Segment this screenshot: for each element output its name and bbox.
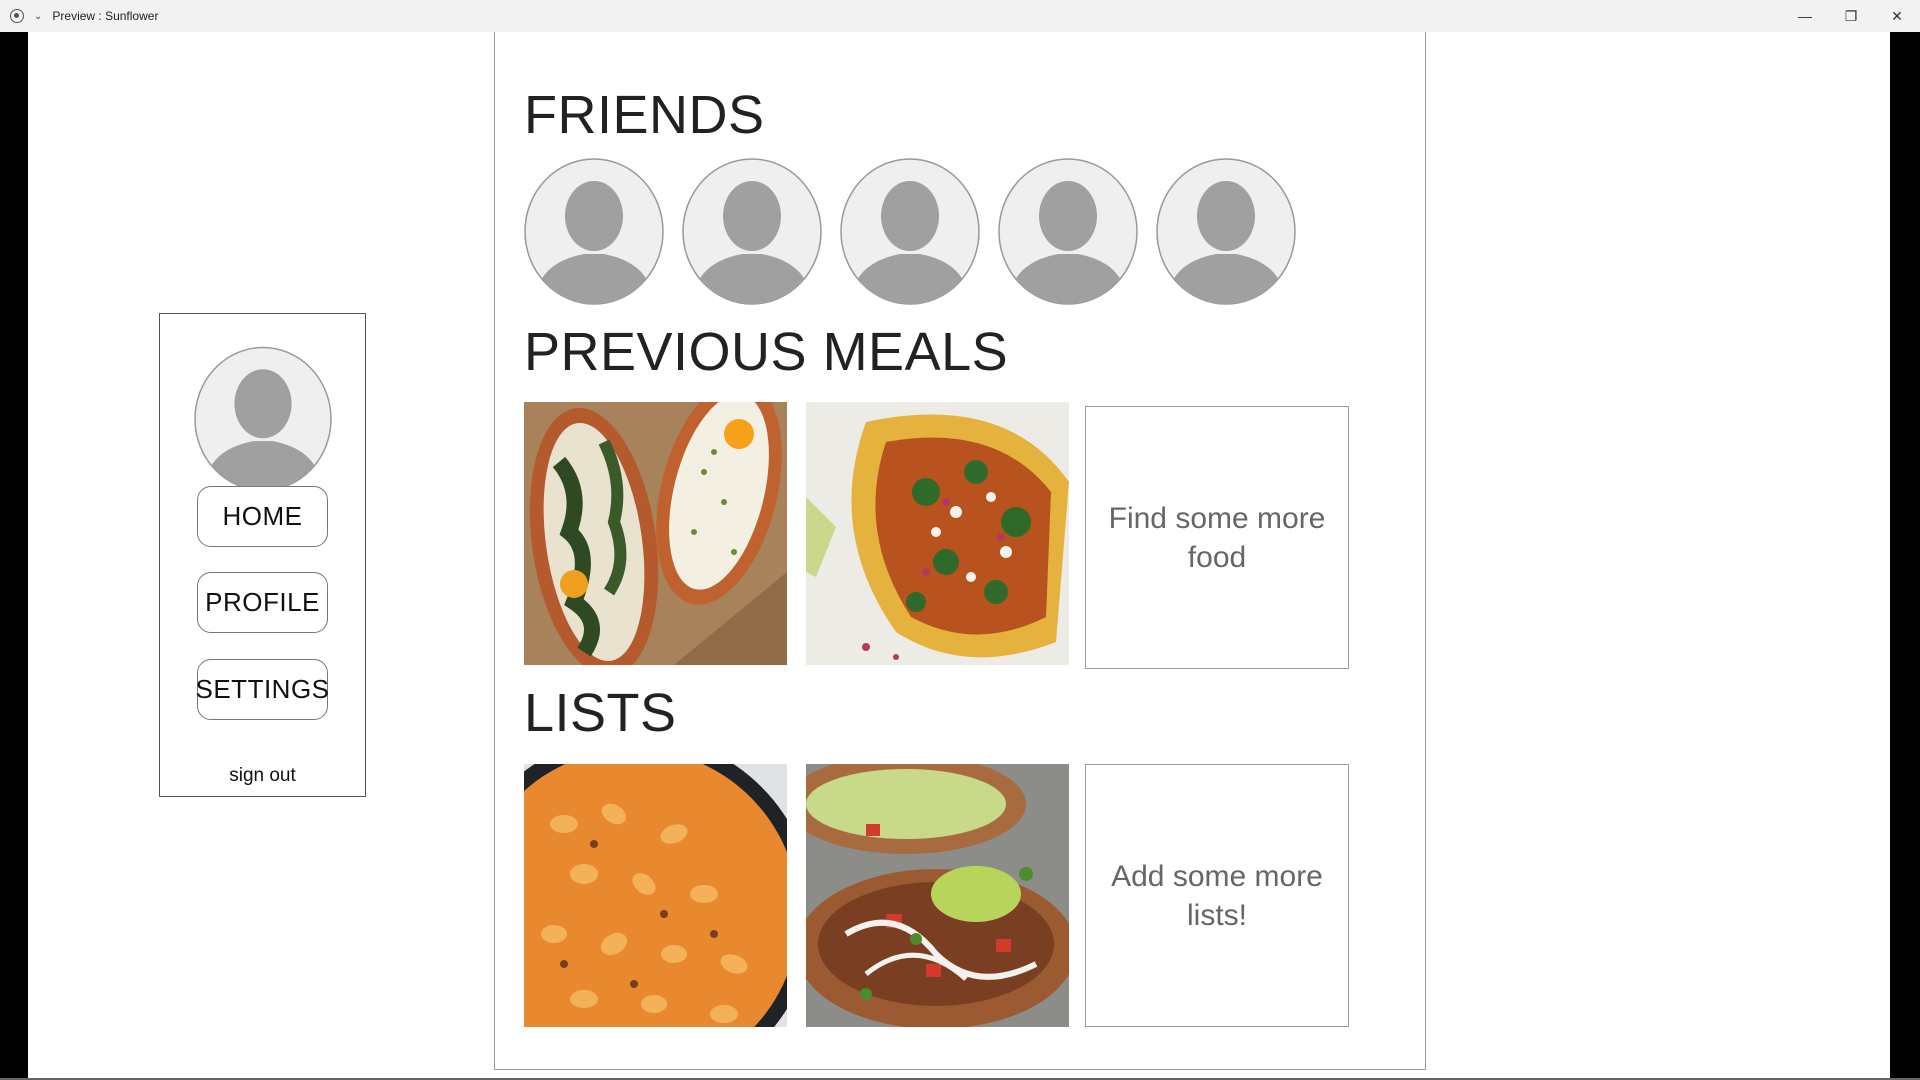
- chevron-down-icon[interactable]: ⌄: [34, 11, 42, 22]
- user-avatar-icon: [524, 158, 664, 305]
- home-button[interactable]: HOME: [197, 486, 328, 547]
- meal-image[interactable]: [806, 402, 1069, 665]
- app-canvas: HOME PROFILE SETTINGS sign out FRIENDS P…: [28, 32, 1890, 1078]
- user-avatar-icon: [840, 158, 980, 305]
- user-avatar-icon: [194, 346, 332, 492]
- egg-boats-photo: [524, 402, 787, 665]
- friend-avatar[interactable]: [998, 158, 1138, 305]
- stuffed-sweet-potato-photo: [806, 764, 1069, 1027]
- list-image[interactable]: [806, 764, 1069, 1027]
- profile-button[interactable]: PROFILE: [197, 572, 328, 633]
- pasta-skillet-photo: [524, 764, 787, 1027]
- app-icon: [10, 9, 24, 23]
- user-avatar-icon: [998, 158, 1138, 305]
- friend-avatar[interactable]: [1156, 158, 1296, 305]
- user-avatar[interactable]: [194, 346, 332, 492]
- list-image[interactable]: [524, 764, 787, 1027]
- window-controls: — ❐ ✕: [1782, 0, 1920, 32]
- user-avatar-icon: [1156, 158, 1296, 305]
- minimize-button[interactable]: —: [1782, 0, 1828, 32]
- friend-avatar[interactable]: [524, 158, 664, 305]
- main-panel: FRIENDS PREVIOUS MEALS Find some more fo…: [494, 32, 1426, 1070]
- previous-meals-heading: PREVIOUS MEALS: [524, 322, 1009, 382]
- find-more-food-button[interactable]: Find some more food: [1085, 406, 1349, 669]
- tacos-photo: [806, 402, 1069, 665]
- sign-out-link[interactable]: sign out: [160, 765, 365, 787]
- window-title: Preview : Sunflower: [52, 9, 159, 23]
- lists-heading: LISTS: [524, 683, 677, 743]
- restore-button[interactable]: ❐: [1828, 0, 1874, 32]
- window-titlebar: ⌄ Preview : Sunflower — ❐ ✕: [0, 0, 1920, 32]
- close-button[interactable]: ✕: [1874, 0, 1920, 32]
- friends-heading: FRIENDS: [524, 85, 765, 145]
- friend-avatar[interactable]: [840, 158, 980, 305]
- user-avatar-icon: [682, 158, 822, 305]
- add-more-lists-button[interactable]: Add some more lists!: [1085, 764, 1349, 1027]
- settings-button[interactable]: SETTINGS: [196, 659, 329, 720]
- meal-image[interactable]: [524, 402, 787, 665]
- friend-avatar[interactable]: [682, 158, 822, 305]
- sidebar: HOME PROFILE SETTINGS sign out: [159, 313, 366, 797]
